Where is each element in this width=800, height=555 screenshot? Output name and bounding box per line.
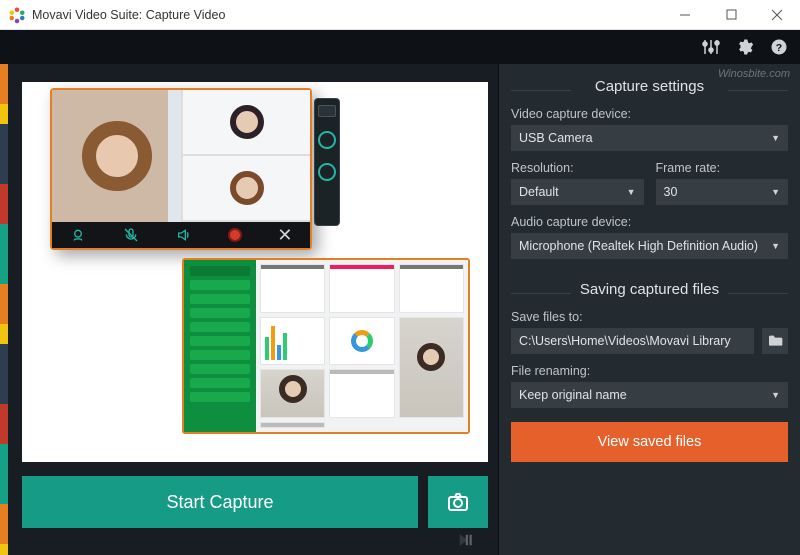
- camera-icon: [446, 490, 470, 514]
- folder-icon: [767, 333, 783, 349]
- speaker-icon[interactable]: [175, 226, 193, 244]
- preview-card-videochat: ✕: [50, 88, 312, 250]
- browse-folder-button[interactable]: [762, 328, 788, 354]
- app-logo-icon: [8, 6, 26, 24]
- start-capture-button[interactable]: Start Capture: [22, 476, 418, 528]
- left-color-strip: [0, 64, 8, 555]
- framerate-value: 30: [664, 185, 678, 199]
- preview-side-toolbar: [314, 98, 340, 226]
- save-to-label: Save files to:: [511, 310, 788, 324]
- window-title: Movavi Video Suite: Capture Video: [32, 8, 662, 22]
- preview-person-main: [52, 90, 181, 222]
- adjustments-icon[interactable]: [702, 38, 720, 56]
- chevron-down-icon: ▼: [771, 390, 780, 400]
- resolution-select[interactable]: Default ▼: [511, 179, 644, 205]
- close-button[interactable]: [754, 0, 800, 30]
- preview-dashboard-grid: [256, 260, 468, 432]
- keyboard-icon[interactable]: [318, 105, 336, 117]
- audio-device-select[interactable]: Microphone (Realtek High Definition Audi…: [511, 233, 788, 259]
- preview-video-frame: [52, 90, 310, 222]
- minimize-button[interactable]: [662, 0, 708, 30]
- save-path-field[interactable]: C:\Users\Home\Videos\Movavi Library: [511, 328, 754, 354]
- renaming-select[interactable]: Keep original name ▼: [511, 382, 788, 408]
- cursor-highlight-icon[interactable]: [318, 131, 336, 149]
- capture-actions: Start Capture: [22, 476, 488, 528]
- audio-device-value: Microphone (Realtek High Definition Audi…: [519, 239, 758, 253]
- video-device-label: Video capture device:: [511, 107, 788, 121]
- left-panel: ✕: [8, 64, 498, 555]
- snapshot-button[interactable]: [428, 476, 488, 528]
- webcam-icon[interactable]: [69, 226, 87, 244]
- view-saved-files-button[interactable]: View saved files: [511, 422, 788, 462]
- preview-dashboard-sidebar: [184, 260, 256, 432]
- main-area: ✕: [0, 64, 800, 555]
- gear-icon[interactable]: [736, 38, 754, 56]
- top-toolbar: ?: [0, 30, 800, 64]
- renaming-label: File renaming:: [511, 364, 788, 378]
- chevron-down-icon: ▼: [771, 187, 780, 197]
- cursor-click-icon[interactable]: [318, 163, 336, 181]
- resolution-label: Resolution:: [511, 161, 644, 175]
- save-path-value: C:\Users\Home\Videos\Movavi Library: [519, 334, 731, 348]
- capture-preview: ✕: [22, 82, 488, 462]
- svg-text:?: ?: [776, 42, 782, 54]
- video-device-value: USB Camera: [519, 131, 593, 145]
- pause-indicator-icon[interactable]: [456, 531, 474, 549]
- preview-call-controls: ✕: [52, 222, 310, 248]
- mic-muted-icon[interactable]: [122, 226, 140, 244]
- resolution-value: Default: [519, 185, 559, 199]
- saving-header: Saving captured files: [511, 277, 788, 308]
- preview-person-tile: [181, 90, 310, 156]
- preview-card-dashboard: [182, 258, 470, 434]
- record-icon[interactable]: [228, 228, 242, 242]
- settings-panel: Winosbite.com Capture settings Video cap…: [498, 64, 800, 555]
- window-titlebar: Movavi Video Suite: Capture Video: [0, 0, 800, 30]
- window-controls: [662, 0, 800, 30]
- audio-device-label: Audio capture device:: [511, 215, 788, 229]
- chevron-down-icon: ▼: [771, 241, 780, 251]
- renaming-value: Keep original name: [519, 388, 627, 402]
- preview-person-tile: [181, 156, 310, 222]
- help-icon[interactable]: ?: [770, 38, 788, 56]
- capture-settings-header: Capture settings: [511, 74, 788, 105]
- video-device-select[interactable]: USB Camera ▼: [511, 125, 788, 151]
- close-icon[interactable]: ✕: [277, 225, 292, 246]
- chevron-down-icon: ▼: [627, 187, 636, 197]
- chevron-down-icon: ▼: [771, 133, 780, 143]
- framerate-select[interactable]: 30 ▼: [656, 179, 789, 205]
- framerate-label: Frame rate:: [656, 161, 789, 175]
- maximize-button[interactable]: [708, 0, 754, 30]
